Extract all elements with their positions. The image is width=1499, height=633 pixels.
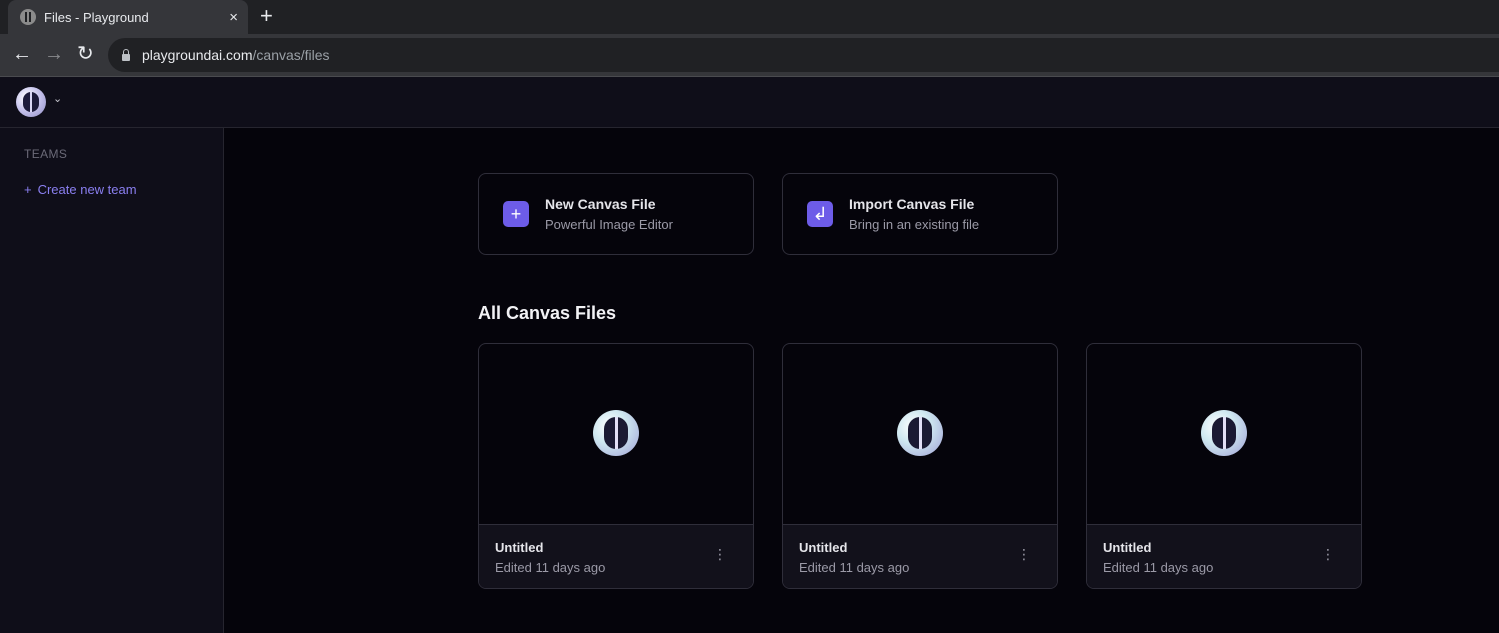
file-edited-time: Edited 11 days ago	[799, 560, 910, 575]
file-card-footer: Untitled Edited 11 days ago ⋮	[783, 524, 1057, 588]
canvas-file-card[interactable]: Untitled Edited 11 days ago ⋮	[782, 343, 1058, 589]
file-name: Untitled	[799, 540, 848, 555]
plus-icon: +	[503, 201, 529, 227]
address-bar[interactable]: playgroundai.com/canvas/files	[108, 38, 1499, 72]
playground-favicon-icon	[20, 9, 36, 25]
chevron-down-icon[interactable]: ⌄	[53, 92, 62, 105]
reload-icon[interactable]: ↻	[77, 42, 94, 66]
url-domain: playgroundai.com	[142, 47, 253, 63]
plus-icon: +	[24, 182, 32, 197]
url-path: /canvas/files	[252, 47, 330, 63]
more-options-icon[interactable]: ⋮	[713, 547, 727, 561]
tab-title: Files - Playground	[44, 9, 149, 25]
section-title: All Canvas Files	[478, 303, 617, 323]
browser-toolbar: ← → ↻ playgroundai.com/canvas/files	[0, 34, 1499, 77]
workspace-logo-icon[interactable]	[16, 87, 46, 117]
file-thumbnail[interactable]	[479, 344, 753, 524]
file-thumbnail[interactable]	[1087, 344, 1361, 524]
action-subtitle: Bring in an existing file	[849, 217, 980, 232]
browser-tab[interactable]: Files - Playground ×	[8, 0, 248, 34]
lock-icon[interactable]	[122, 48, 130, 61]
playground-logo-icon	[1201, 410, 1247, 456]
file-name: Untitled	[495, 540, 544, 555]
logo-mark	[23, 92, 39, 112]
file-card-footer: Untitled Edited 11 days ago ⋮	[479, 524, 753, 588]
back-icon[interactable]: ←	[12, 42, 32, 66]
file-name: Untitled	[1103, 540, 1152, 555]
canvas-file-card[interactable]: Untitled Edited 11 days ago ⋮	[478, 343, 754, 589]
sidebar: TEAMS + Create new team	[0, 128, 224, 633]
more-options-icon[interactable]: ⋮	[1321, 547, 1335, 561]
browser-tabstrip: Files - Playground × +	[0, 0, 1499, 34]
new-canvas-file-card[interactable]: + New Canvas File Powerful Image Editor	[478, 173, 754, 255]
forward-icon[interactable]: →	[44, 42, 64, 66]
action-subtitle: Powerful Image Editor	[545, 217, 673, 232]
file-edited-time: Edited 11 days ago	[495, 560, 606, 575]
import-canvas-file-card[interactable]: ↲ Import Canvas File Bring in an existin…	[782, 173, 1058, 255]
app-header: ⌄	[0, 77, 1499, 128]
new-tab-button[interactable]: +	[260, 5, 273, 27]
tab-close-icon[interactable]: ×	[229, 9, 238, 26]
file-edited-time: Edited 11 days ago	[1103, 560, 1214, 575]
playground-logo-icon	[593, 410, 639, 456]
file-thumbnail[interactable]	[783, 344, 1057, 524]
more-options-icon[interactable]: ⋮	[1017, 547, 1031, 561]
create-new-team-link[interactable]: + Create new team	[24, 182, 137, 197]
create-new-team-label: Create new team	[37, 182, 137, 197]
file-card-footer: Untitled Edited 11 days ago ⋮	[1087, 524, 1361, 588]
action-title: Import Canvas File	[849, 196, 975, 212]
action-title: New Canvas File	[545, 196, 656, 212]
teams-heading: TEAMS	[24, 147, 68, 161]
url-text[interactable]: playgroundai.com/canvas/files	[142, 47, 330, 63]
playground-logo-icon	[897, 410, 943, 456]
import-icon: ↲	[807, 201, 833, 227]
canvas-file-card[interactable]: Untitled Edited 11 days ago ⋮	[1086, 343, 1362, 589]
